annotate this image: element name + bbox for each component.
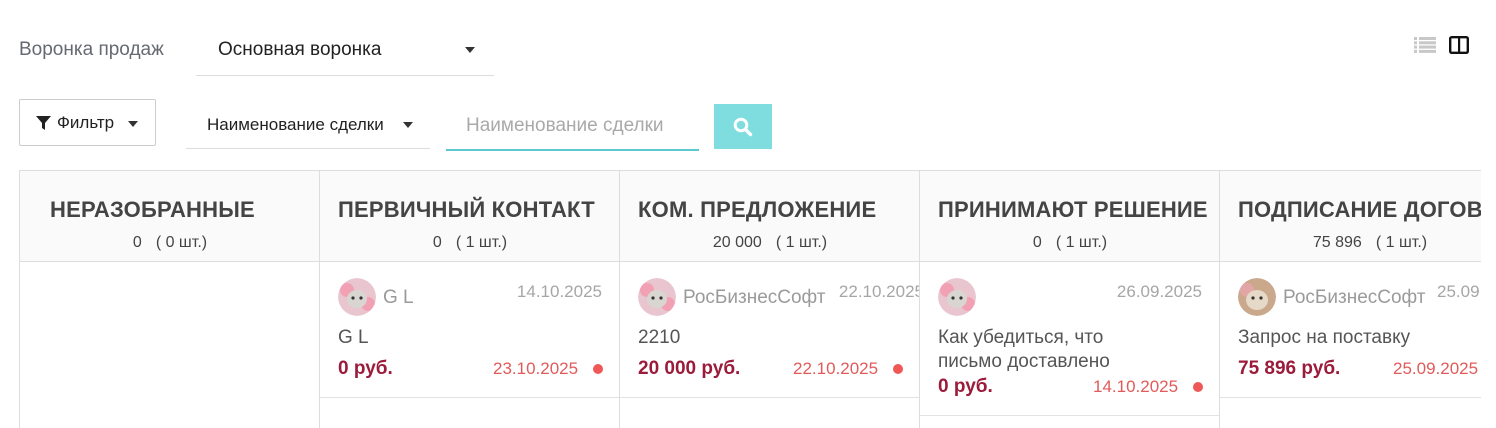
card-title: Как убедиться, что письмо доставлено [938, 327, 1110, 372]
card-created-date: 26.09.2025 [1116, 282, 1202, 301]
column-title: КОМ. ПРЕДЛОЖЕНИЕ [638, 197, 877, 222]
card-company: РосБизнесСофт [1283, 287, 1426, 308]
column-sum: 0 [132, 234, 142, 251]
card-company: РосБизнесСофт [683, 287, 826, 308]
column-header: ПОДПИСАНИЕ ДОГОВОРА 75 896 ( 1 шт.) [1220, 171, 1481, 262]
column-header: ПЕРВИЧНЫЙ КОНТАКТ 0 ( 1 шт.) [320, 171, 619, 262]
card-due-date: 23.10.2025 [493, 359, 579, 378]
chevron-down-icon [465, 47, 475, 53]
column-count: ( 1 шт.) [1375, 234, 1428, 251]
avatar [338, 278, 376, 316]
card-due-date: 25.09.2025 [1393, 359, 1479, 378]
deal-card[interactable]: G L 14.10.2025 G L 0 руб. 23.10.2025 [320, 262, 619, 398]
column-sum: 0 [1032, 234, 1042, 251]
column-title: ПЕРВИЧНЫЙ КОНТАКТ [338, 197, 595, 222]
list-view-icon[interactable] [1414, 37, 1436, 53]
card-title: G L [338, 327, 369, 348]
search-input[interactable] [446, 103, 699, 151]
column-first-contact: ПЕРВИЧНЫЙ КОНТАКТ 0 ( 1 шт.) G L 14.10.20… [320, 171, 620, 428]
column-count: ( 1 шт.) [455, 234, 508, 251]
overdue-dot-icon [1193, 382, 1203, 392]
avatar [1238, 278, 1276, 316]
column-title: ПОДПИСАНИЕ ДОГОВОРА [1238, 197, 1481, 222]
card-amount: 20 000 руб. [638, 358, 741, 379]
column-header: КОМ. ПРЕДЛОЖЕНИЕ 20 000 ( 1 шт.) [620, 171, 919, 262]
column-commercial-offer: КОМ. ПРЕДЛОЖЕНИЕ 20 000 ( 1 шт.) РосБизне… [620, 171, 920, 428]
column-header: НЕРАЗОБРАННЫЕ 0 ( 0 шт.) [20, 171, 319, 262]
avatar [638, 278, 676, 316]
column-sum: 75 896 [1312, 234, 1362, 251]
search-field-select-value: Наименование сделки [207, 115, 384, 134]
card-amount: 0 руб. [938, 376, 993, 397]
filter-button[interactable]: Фильтр [19, 99, 156, 146]
column-stats: 0 ( 0 шт.) [20, 233, 319, 253]
search-field-select[interactable]: Наименование сделки [186, 101, 430, 149]
column-contract-signing: ПОДПИСАНИЕ ДОГОВОРА 75 896 ( 1 шт.) РосБи… [1220, 171, 1481, 428]
kanban-board: НЕРАЗОБРАННЫЕ 0 ( 0 шт.) ПЕРВИЧНЫЙ КОНТАК… [19, 170, 1481, 428]
card-title: 2210 [638, 327, 681, 348]
column-sum: 0 [432, 234, 442, 251]
card-due-date: 14.10.2025 [1093, 377, 1179, 396]
chevron-down-icon [403, 122, 413, 128]
column-title: НЕРАЗОБРАННЫЕ [50, 197, 255, 222]
deal-card[interactable]: РосБизнесСофт 25.09.2025 Запрос на поста… [1220, 262, 1481, 398]
column-count: ( 1 шт.) [1055, 234, 1108, 251]
card-created-date: 25.09.2025 [1437, 282, 1481, 301]
column-stats: 0 ( 1 шт.) [320, 233, 619, 253]
deal-card[interactable]: РосБизнесСофт 22.10.2025 2210 20 000 руб… [620, 262, 920, 398]
column-stats: 75 896 ( 1 шт.) [1220, 233, 1481, 253]
board-view-icon[interactable] [1449, 36, 1469, 54]
chevron-down-icon [128, 121, 138, 127]
column-stats: 20 000 ( 1 шт.) [620, 233, 919, 253]
funnel-select[interactable]: Основная воронка [196, 26, 494, 76]
overdue-dot-icon [593, 364, 603, 374]
column-header: ПРИНИМАЮТ РЕШЕНИЕ 0 ( 1 шт.) [920, 171, 1219, 262]
filter-funnel-icon [36, 116, 51, 130]
filter-button-label: Фильтр [57, 113, 115, 132]
card-created-date: 14.10.2025 [516, 282, 602, 301]
column-sum: 20 000 [712, 234, 762, 251]
overdue-dot-icon [893, 364, 903, 374]
column-deciding: ПРИНИМАЮТ РЕШЕНИЕ 0 ( 1 шт.) 26.09.2025 К… [920, 171, 1220, 428]
search-button[interactable] [714, 104, 772, 149]
funnel-label: Воронка продаж [19, 39, 164, 60]
card-title: Запрос на поставку [1238, 327, 1411, 348]
card-company: G L [383, 287, 414, 308]
deal-card[interactable]: 26.09.2025 Как убедиться, что письмо дос… [920, 262, 1219, 416]
column-title: ПРИНИМАЮТ РЕШЕНИЕ [938, 197, 1208, 222]
card-due-date: 22.10.2025 [793, 359, 879, 378]
avatar [938, 278, 976, 316]
card-created-date: 22.10.2025 [838, 282, 920, 301]
column-count: ( 0 шт.) [155, 234, 208, 251]
column-unsorted: НЕРАЗОБРАННЫЕ 0 ( 0 шт.) [20, 171, 320, 428]
column-count: ( 1 шт.) [775, 234, 828, 251]
funnel-select-value: Основная воронка [218, 39, 382, 60]
column-stats: 0 ( 1 шт.) [920, 233, 1219, 253]
card-amount: 75 896 руб. [1238, 358, 1341, 379]
search-icon [733, 117, 753, 137]
card-amount: 0 руб. [338, 358, 393, 379]
